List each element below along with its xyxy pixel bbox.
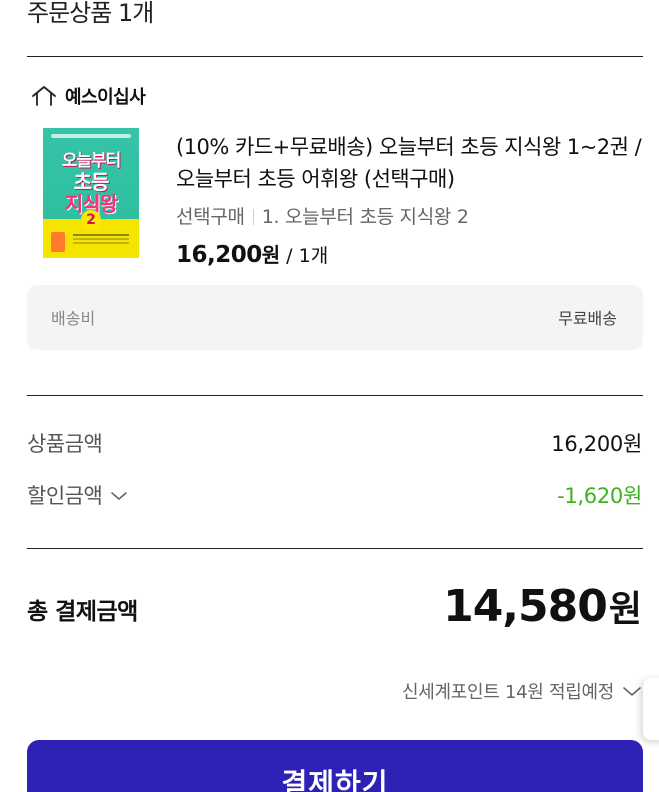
quantity: / 1개 (286, 245, 329, 267)
side-floating-tab[interactable] (643, 678, 659, 740)
discount-toggle[interactable]: 할인금액 (27, 480, 128, 510)
discount-value: -1,620원 (557, 484, 642, 508)
total-label: 총 결제금액 (27, 599, 138, 625)
price-amount: 16,200 (176, 242, 262, 268)
product-amount-value: 16,200원 (551, 432, 642, 456)
home-icon (31, 85, 57, 107)
option-separator (252, 209, 254, 225)
shipping-label: 배송비 (51, 309, 96, 328)
thumbnail-badge (51, 232, 65, 252)
discount-label: 할인금액 (27, 484, 103, 508)
divider (27, 56, 643, 57)
price-currency: 원 (261, 243, 281, 267)
thumbnail-lines (73, 234, 129, 236)
checkout-page: 주문상품 1개 예스이십사 오늘부터 초등 지식왕 2 (10% 카드+무료배송… (0, 0, 659, 792)
product-amount-label: 상품금액 (27, 432, 103, 456)
chevron-down-icon (622, 681, 642, 702)
chevron-down-icon (110, 483, 128, 507)
shipping-value: 무료배송 (558, 309, 617, 328)
order-items-title: 주문상품 1개 (27, 0, 154, 27)
total-amount-currency: 원 (608, 589, 642, 630)
product-thumbnail[interactable]: 오늘부터 초등 지식왕 2 (43, 128, 139, 258)
pay-button[interactable]: 결제하기 (27, 740, 643, 792)
shipping-fee-box: 배송비 무료배송 (27, 285, 643, 350)
thumbnail-decoration (51, 134, 131, 138)
points-toggle[interactable]: 신세계포인트 14원 적립예정 (402, 678, 642, 704)
product-title[interactable]: (10% 카드+무료배송) 오늘부터 초등 지식왕 1~2권 / 오늘부터 초등… (176, 131, 646, 195)
product-price: 16,200 원 / 1개 (176, 240, 328, 271)
divider (27, 395, 643, 396)
divider (27, 548, 643, 549)
option-label: 선택구매 (176, 206, 245, 228)
product-option: 선택구매 1. 오늘부터 초등 지식왕 2 (176, 203, 469, 231)
store-name: 예스이십사 (65, 87, 146, 108)
option-value: 1. 오늘부터 초등 지식왕 2 (261, 206, 469, 228)
thumbnail-volume-number: 2 (81, 210, 101, 230)
store-header[interactable]: 예스이십사 (31, 82, 146, 110)
total-amount-value: 14,580 (443, 581, 608, 632)
points-text: 신세계포인트 14원 적립예정 (401, 682, 614, 703)
total-amount: 14,580 원 (443, 580, 642, 632)
